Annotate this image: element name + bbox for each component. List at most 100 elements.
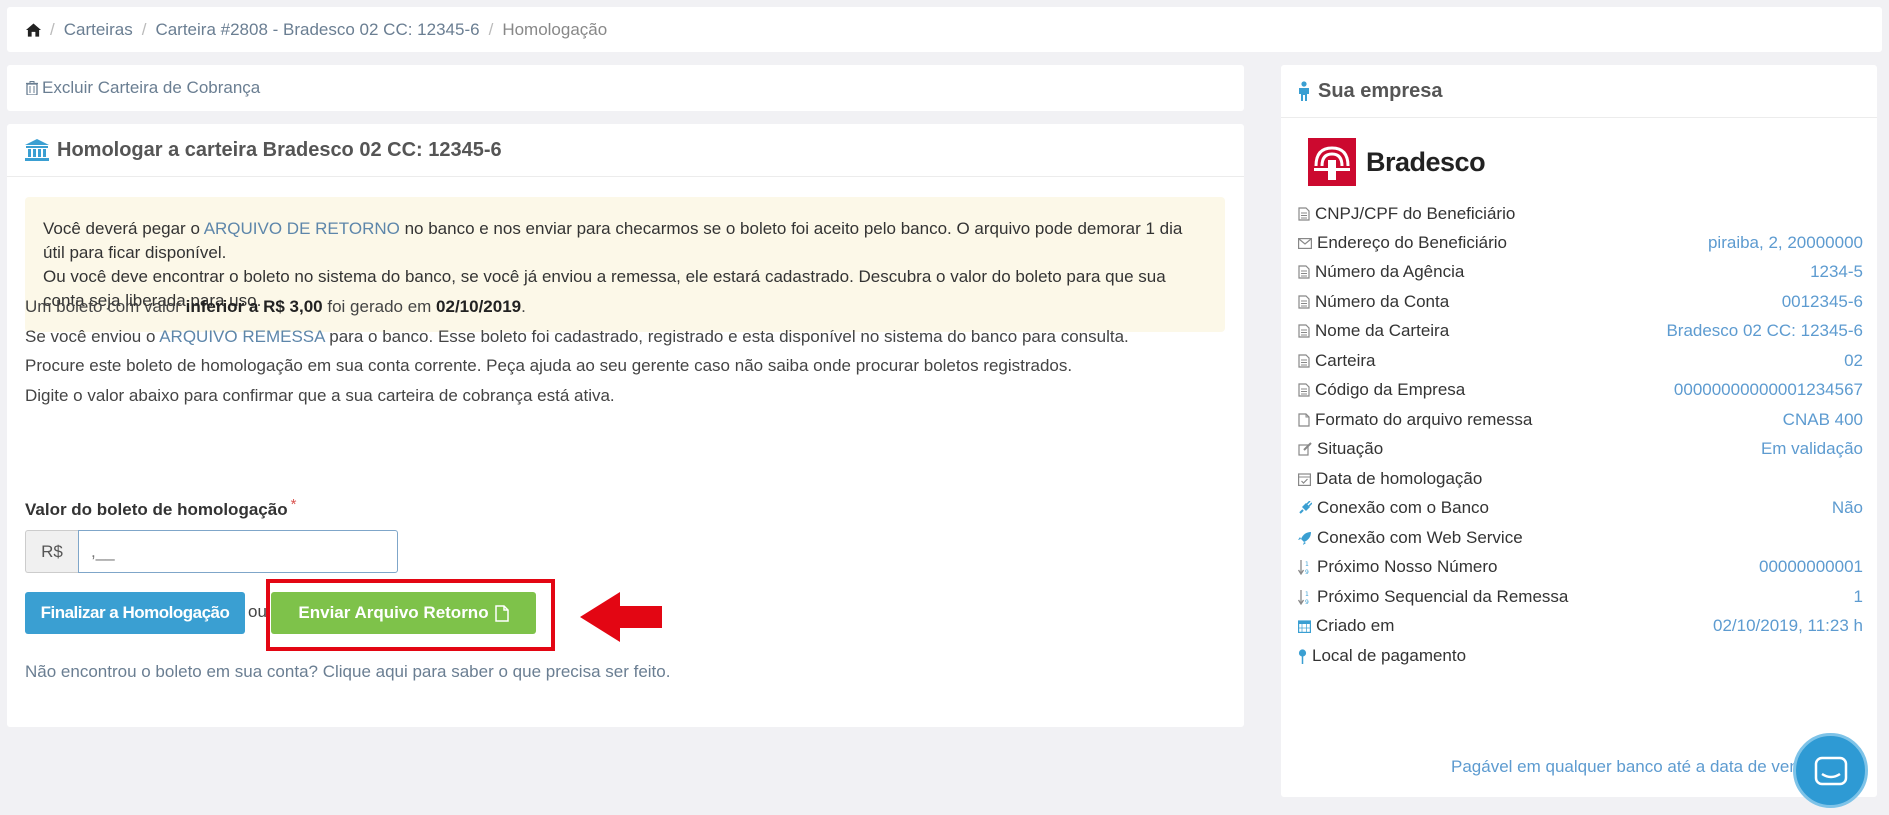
homologation-card: Homologar a carteira Bradesco 02 CC: 123…: [7, 124, 1244, 727]
company-info-row: 1 9 Próximo Nosso Número 00000000001: [1298, 555, 1863, 579]
company-card-header: Sua empresa: [1281, 65, 1877, 118]
sort-numeric-icon: 19: [1298, 589, 1312, 605]
company-info-row: CNPJ/CPF do Beneficiário: [1298, 202, 1863, 226]
info-value: CNAB 400: [1782, 410, 1863, 429]
company-info-row: Criado em 02/10/2019, 11:23 h: [1298, 614, 1863, 638]
bank-name: Bradesco: [1366, 146, 1486, 177]
return-file-link[interactable]: ARQUIVO DE RETORNO: [204, 219, 400, 238]
info-label-text: Local de pagamento: [1312, 646, 1467, 665]
info-value: Não: [1831, 498, 1863, 517]
envelope-icon: [1298, 237, 1312, 249]
company-info-row: Data de homologação: [1298, 467, 1863, 491]
page-title: Homologar a carteira Bradesco 02 CC: 123…: [57, 138, 502, 161]
info-label: Conexão com Web Service: [1298, 528, 1523, 548]
file-outline-icon: [1298, 413, 1310, 427]
info-label: Carteira: [1298, 351, 1375, 371]
company-info-row: Conexão com o Banco Não: [1298, 496, 1863, 520]
breadcrumb: / Carteiras / Carteira #2808 - Bradesco …: [7, 7, 1882, 52]
company-title: Sua empresa: [1318, 79, 1443, 102]
company-card: Sua empresa Bradesco CNPJ/CPF do Benefic…: [1281, 65, 1877, 797]
delete-wallet-link[interactable]: Excluir Carteira de Cobrança: [26, 78, 260, 98]
homologation-value-input[interactable]: [78, 530, 398, 573]
para-text: Um boleto com valor: [25, 297, 186, 316]
arrow-icon: [580, 592, 662, 647]
info-label: Número da Agência: [1298, 262, 1464, 282]
finalize-homologation-button[interactable]: Finalizar a Homologação: [25, 592, 245, 634]
alert-text: Você deverá pegar o: [43, 219, 204, 238]
file-icon: [1298, 324, 1310, 338]
chat-icon: [1814, 756, 1848, 786]
breadcrumb-separator: /: [50, 19, 55, 39]
info-paragraph-3: Procure este boleto de homologação em su…: [25, 356, 1073, 375]
breadcrumb-item-current: Homologação: [502, 19, 608, 39]
sort-numeric-icon: 19: [1298, 559, 1312, 575]
calendar-check-icon: [1298, 472, 1311, 486]
info-label-text: Endereço do Beneficiário: [1317, 233, 1507, 252]
delete-card: Excluir Carteira de Cobrança: [7, 65, 1244, 111]
file-icon: [494, 604, 509, 622]
file-icon: [1298, 383, 1310, 397]
info-value: Bradesco 02 CC: 12345-6: [1666, 321, 1863, 340]
payment-location-value: Pagável em qualquer banco até a data de …: [1451, 757, 1799, 776]
info-label-text: Situação: [1317, 439, 1384, 458]
info-label: CNPJ/CPF do Beneficiário: [1298, 204, 1515, 224]
breadcrumb-item-carteira[interactable]: Carteira #2808 - Bradesco 02 CC: 12345-6: [155, 20, 479, 40]
info-paragraph-1: Um boleto com valor inferior a R$ 3,00 f…: [25, 297, 526, 317]
breadcrumb-separator: /: [141, 19, 147, 39]
edit-icon: [1298, 442, 1312, 456]
help-link[interactable]: Não encontrou o boleto em sua conta? Cli…: [25, 662, 670, 682]
company-info-row: Carteira 02: [1298, 349, 1863, 373]
person-icon: [1298, 81, 1310, 101]
required-mark: *: [290, 496, 297, 513]
info-label-text: CNPJ/CPF do Beneficiário: [1315, 204, 1516, 223]
remittance-file-link[interactable]: ARQUIVO REMESSA: [159, 327, 324, 346]
company-info-row: 1 9 Próximo Sequencial da Remessa 1: [1298, 585, 1863, 609]
info-label-text: Formato do arquivo remessa: [1315, 410, 1533, 429]
info-label: Conexão com o Banco: [1298, 498, 1489, 518]
company-info-row: Nome da Carteira Bradesco 02 CC: 12345-6: [1298, 319, 1863, 343]
info-value: Em validação: [1760, 439, 1863, 458]
home-icon[interactable]: [26, 22, 41, 37]
value-input-group: R$: [25, 530, 398, 573]
breadcrumb-separator: /: [488, 19, 494, 39]
info-paragraph-2: Se você enviou o ARQUIVO REMESSA para o …: [25, 327, 1129, 347]
info-label: Código da Empresa: [1298, 380, 1465, 400]
info-label-text: Próximo Sequencial da Remessa: [1317, 587, 1569, 606]
info-label: 1 9 Próximo Nosso Número: [1298, 557, 1497, 577]
company-info-row: Endereço do Beneficiário piraiba, 2, 2000…: [1298, 231, 1863, 255]
plug-icon: [1298, 501, 1312, 515]
field-label-text: Valor do boleto de homologação: [25, 500, 288, 519]
info-label-text: Data de homologação: [1316, 469, 1483, 488]
info-value: 02/10/2019, 11:23 h: [1713, 616, 1863, 635]
info-paragraph-4: Digite o valor abaixo para confirmar que…: [25, 386, 615, 405]
info-label: Nome da Carteira: [1298, 321, 1449, 341]
company-info-row: Número da Conta 0012345-6: [1298, 290, 1863, 314]
info-label: 1 9 Próximo Sequencial da Remessa: [1298, 587, 1568, 607]
send-return-file-button[interactable]: Enviar Arquivo Retorno: [271, 592, 536, 634]
file-icon: [1298, 354, 1310, 368]
info-label-text: Próximo Nosso Número: [1317, 557, 1498, 576]
info-value: 00000000001: [1758, 557, 1863, 576]
info-label-text: Código da Empresa: [1315, 380, 1466, 399]
para-text: .: [521, 297, 526, 316]
svg-text:1: 1: [1305, 561, 1309, 568]
file-icon: [1298, 295, 1310, 309]
info-label: Criado em: [1298, 616, 1394, 636]
info-label-text: Criado em: [1316, 616, 1395, 635]
file-icon: [1298, 207, 1310, 221]
bank-logo: Bradesco: [1308, 138, 1486, 186]
company-info-row: Número da Agência 1234-5: [1298, 260, 1863, 284]
info-label-text: Conexão com o Banco: [1317, 498, 1489, 517]
info-label-text: Número da Agência: [1315, 262, 1465, 281]
file-icon: [1298, 265, 1310, 279]
chat-button[interactable]: [1793, 733, 1868, 808]
info-label: Local de pagamento: [1298, 646, 1466, 666]
info-label: Número da Conta: [1298, 292, 1449, 312]
para-text: Se você enviou o: [25, 327, 160, 346]
map-pin-icon: [1298, 648, 1307, 664]
or-text: ou: [248, 602, 267, 621]
info-label: Endereço do Beneficiário: [1298, 233, 1507, 253]
breadcrumb-item-carteiras[interactable]: Carteiras: [64, 20, 133, 40]
company-info-row: Conexão com Web Service: [1298, 526, 1863, 550]
trash-icon: [26, 81, 38, 95]
